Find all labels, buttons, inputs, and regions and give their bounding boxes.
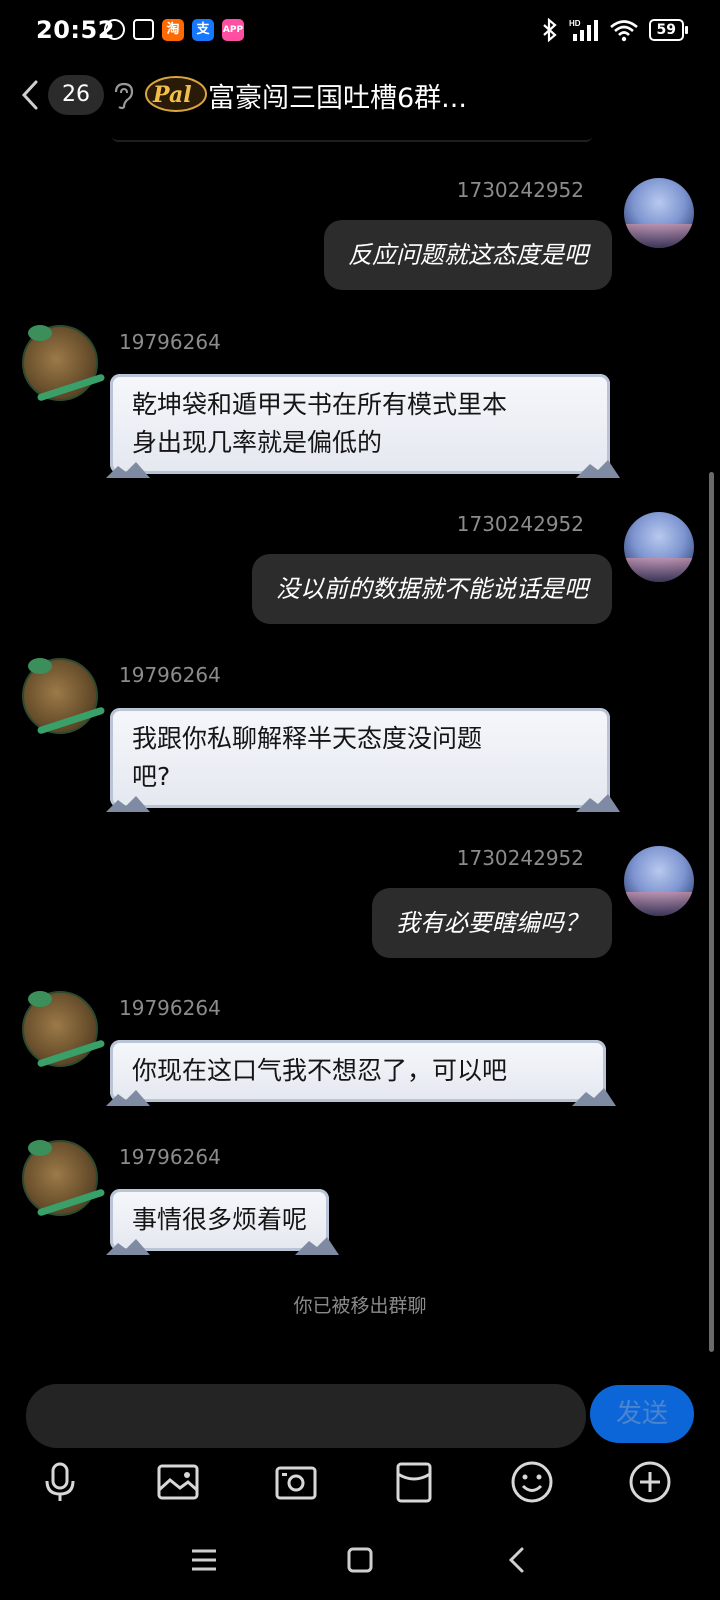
camera-icon[interactable] <box>274 1460 318 1504</box>
cell-signal-icon: HD <box>569 19 598 41</box>
avatar[interactable] <box>624 178 694 248</box>
taobao-app-icon: 淘 <box>162 19 184 41</box>
message-bubble[interactable]: 乾坤袋和遁甲天书在所有模式里本 身出现几率就是偏低的 <box>106 374 620 478</box>
social-app-icon: APP <box>222 19 244 41</box>
alipay-app-icon: 支 <box>192 19 214 41</box>
unread-count-badge[interactable]: 26 <box>48 75 104 115</box>
alarm-clock-icon <box>104 19 125 40</box>
message-bubble[interactable]: 我有必要瞎编吗？ <box>372 888 612 958</box>
home-icon[interactable] <box>342 1542 378 1578</box>
mountain-decoration-icon <box>295 1237 340 1255</box>
message-bubble[interactable]: 反应问题就这态度是吧 <box>324 220 612 290</box>
message-bubble[interactable]: 你现在这口气我不想忍了，可以吧 <box>106 1040 616 1106</box>
message-bubble[interactable]: 没以前的数据就不能说话是吧 <box>252 554 612 624</box>
message-line: 身出现几率就是偏低的 <box>132 428 383 457</box>
message-line: 你现在这口气我不想忍了，可以吧 <box>132 1056 508 1085</box>
message-line: 事情很多烦着呢 <box>132 1205 308 1234</box>
red-packet-icon[interactable] <box>392 1460 436 1504</box>
sender-id: 19796264 <box>119 996 221 1020</box>
wifi-icon <box>609 20 638 42</box>
mountain-decoration-icon <box>576 794 620 812</box>
message-line: 乾坤袋和遁甲天书在所有模式里本 <box>132 390 508 419</box>
emoji-icon[interactable] <box>510 1460 554 1504</box>
sender-id: 19796264 <box>119 330 221 354</box>
scrollbar[interactable] <box>709 472 714 1352</box>
message-line: 我跟你私聊解释半天态度没问题 <box>132 724 483 753</box>
mic-icon[interactable] <box>38 1460 82 1504</box>
plus-icon[interactable] <box>628 1460 672 1504</box>
nfc-icon <box>133 19 154 40</box>
avatar[interactable] <box>22 658 98 734</box>
mountain-decoration-icon <box>106 1090 150 1106</box>
bluetooth-icon <box>542 18 557 42</box>
avatar[interactable] <box>624 846 694 916</box>
message-bubble[interactable]: 事情很多烦着呢 <box>106 1189 340 1255</box>
group-title[interactable]: 富豪闯三国吐槽6群... <box>208 76 467 115</box>
status-system-icons: HD 59 <box>541 18 689 42</box>
status-notification-icons: 淘 支 APP <box>104 19 244 41</box>
avatar[interactable] <box>22 991 98 1067</box>
avatar[interactable] <box>22 1140 98 1216</box>
menu-icon[interactable] <box>186 1542 222 1578</box>
pinned-card-edge <box>112 134 592 142</box>
sender-id: 1730242952 <box>456 512 584 536</box>
group-logo-icon: Pal <box>145 76 207 112</box>
sender-id: 1730242952 <box>456 178 584 202</box>
back-chevron-icon[interactable] <box>14 78 48 112</box>
mountain-decoration-icon <box>106 796 150 812</box>
message-line: 吧? <box>132 762 171 791</box>
send-button[interactable]: 发送 <box>590 1385 694 1443</box>
mountain-decoration-icon <box>106 1239 150 1255</box>
avatar[interactable] <box>624 512 694 582</box>
sender-id: 1730242952 <box>456 846 584 870</box>
avatar[interactable] <box>22 325 98 401</box>
earpiece-mode-icon[interactable] <box>110 82 136 110</box>
message-input[interactable] <box>26 1384 586 1448</box>
image-icon[interactable] <box>156 1460 200 1504</box>
svg-text:HD: HD <box>569 19 581 28</box>
system-notice: 你已被移出群聊 <box>293 1295 427 1317</box>
svg-text:Pal: Pal <box>152 82 192 108</box>
message-bubble[interactable]: 我跟你私聊解释半天态度没问题 吧? <box>106 708 620 812</box>
sender-id: 19796264 <box>119 1145 221 1169</box>
mountain-decoration-icon <box>576 460 620 478</box>
mountain-decoration-icon <box>572 1088 616 1106</box>
back-icon[interactable] <box>500 1542 536 1578</box>
battery-indicator: 59 <box>648 19 689 41</box>
mountain-decoration-icon <box>106 462 150 478</box>
sender-id: 19796264 <box>119 663 221 687</box>
